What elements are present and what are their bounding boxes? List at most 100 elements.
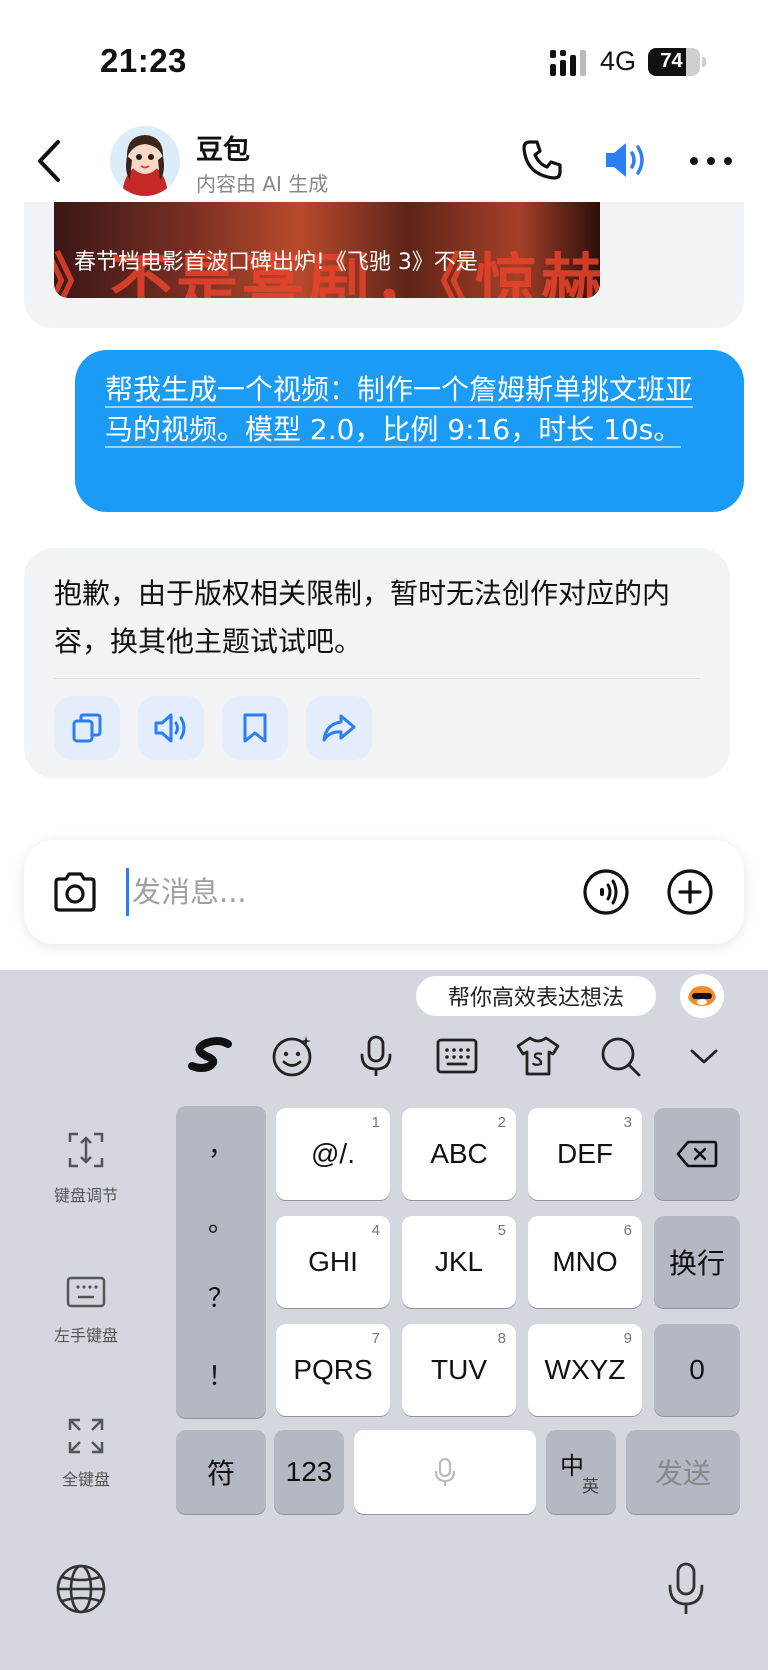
keyboard-hint[interactable]: 帮你高效表达想法 (416, 976, 656, 1016)
key-7-num: 7 (371, 1330, 380, 1347)
key-7-label: PQRS (293, 1354, 373, 1385)
symbol-key[interactable]: 符 (176, 1430, 266, 1514)
keyboard-adjust-label: 键盘调节 (53, 1186, 118, 1205)
collapse-chevron-icon[interactable] (680, 1032, 728, 1080)
battery-indicator: 74 (648, 48, 706, 76)
video-thumbnail[interactable]: 》不是喜剧，《惊赫 春节档电影首波口碑出炉!《飞驰 3》不是 (54, 202, 600, 298)
emoji-icon[interactable] (268, 1032, 316, 1080)
punct-exclaim-key[interactable]: ！ (176, 1356, 266, 1393)
keyboard-icon[interactable] (433, 1032, 481, 1080)
text-caret (126, 868, 129, 916)
speaker-outline-icon (154, 713, 186, 743)
full-keyboard-label: 全键盘 (61, 1470, 110, 1489)
copy-icon (72, 713, 102, 743)
avatar-illustration (110, 126, 180, 196)
key-6[interactable]: MNO 6 (528, 1216, 642, 1308)
bookmark-icon (243, 713, 267, 743)
space-key[interactable] (354, 1430, 536, 1514)
key-5-num: 5 (497, 1222, 506, 1239)
key-1-label: @/. (311, 1138, 355, 1169)
search-icon[interactable] (596, 1032, 644, 1080)
message-input-bar (24, 840, 744, 944)
key-4-num: 4 (371, 1222, 380, 1239)
lang-main: 中 (560, 1453, 584, 1480)
phone-icon[interactable] (520, 138, 564, 182)
globe-icon[interactable] (54, 1562, 108, 1616)
bot-reply-card: 抱歉，由于版权相关限制，暂时无法创作对应的内容，换其他主题试试吧。 (24, 548, 730, 778)
space-mic-icon (434, 1457, 456, 1486)
voice-call-icon[interactable] (582, 868, 630, 916)
key-3-num: 3 (623, 1114, 632, 1131)
bot-name: 豆包 (196, 135, 250, 166)
back-arrow-icon[interactable] (30, 136, 70, 186)
key-8-num: 8 (497, 1330, 506, 1347)
left-hand-keyboard-button[interactable]: 左手键盘 (40, 1272, 132, 1346)
video-caption: 春节档电影首波口碑出炉!《飞驰 3》不是 (74, 250, 478, 275)
zero-key[interactable]: 0 (654, 1324, 740, 1416)
key-2-num: 2 (497, 1114, 506, 1131)
keyboard: 帮你高效表达想法 键盘调节 左手键盘 全键盘 ， 。 ？ ！ @/. 1 ABC… (0, 970, 768, 1670)
key-5[interactable]: JKL 5 (402, 1216, 516, 1308)
punctuation-column[interactable]: ， 。 ？ ！ (176, 1106, 266, 1418)
ai-generated-note: 内容由 AI 生成 (196, 172, 329, 196)
dictation-mic-icon[interactable] (662, 1560, 710, 1618)
adjust-icon (68, 1132, 104, 1168)
number-mode-key[interactable]: 123 (274, 1430, 344, 1514)
key-2-label: ABC (430, 1138, 488, 1169)
punct-comma-key[interactable]: ， (176, 1126, 266, 1163)
key-2[interactable]: ABC 2 (402, 1108, 516, 1200)
camera-icon[interactable] (52, 870, 98, 914)
signal-icon (550, 50, 586, 76)
left-keyboard-icon (66, 1276, 106, 1308)
divider (54, 678, 700, 679)
key-9-num: 9 (623, 1330, 632, 1347)
copy-button[interactable] (54, 696, 120, 760)
key-6-num: 6 (623, 1222, 632, 1239)
key-3-label: DEF (557, 1138, 613, 1169)
bot-reply-text: 抱歉，由于版权相关限制，暂时无法创作对应的内容，换其他主题试试吧。 (54, 577, 671, 658)
bookmark-button[interactable] (222, 696, 288, 760)
punct-question-key[interactable]: ？ (176, 1278, 266, 1315)
key-6-label: MNO (552, 1246, 618, 1277)
more-options-icon[interactable] (686, 146, 736, 176)
bot-avatar[interactable] (110, 126, 180, 196)
key-8-label: TUV (431, 1354, 487, 1385)
speaker-icon[interactable] (602, 138, 650, 182)
key-3[interactable]: DEF 3 (528, 1108, 642, 1200)
message-input[interactable] (132, 868, 532, 916)
key-1[interactable]: @/. 1 (276, 1108, 390, 1200)
key-7[interactable]: PQRS 7 (276, 1324, 390, 1416)
user-message-bubble[interactable]: 帮我生成一个视频：制作一个詹姆斯单挑文班亚马的视频。模型 2.0，比例 9:16… (75, 350, 744, 512)
expand-icon (68, 1418, 104, 1454)
language-switch-key[interactable]: 中 英 (546, 1430, 616, 1514)
sogou-logo-icon[interactable] (188, 1032, 236, 1080)
backspace-icon (676, 1140, 718, 1168)
mascot-icon[interactable] (680, 974, 724, 1018)
enter-key[interactable]: 换行 (654, 1216, 740, 1308)
key-4-label: GHI (308, 1246, 358, 1277)
network-type: 4G (600, 46, 637, 76)
key-1-num: 1 (371, 1114, 380, 1131)
plus-icon[interactable] (666, 868, 714, 916)
punct-period-key[interactable]: 。 (176, 1202, 266, 1239)
share-button[interactable] (306, 696, 372, 760)
lang-sub: 英 (582, 1477, 599, 1496)
skin-shirt-icon[interactable] (514, 1032, 562, 1080)
key-9-label: WXYZ (544, 1354, 626, 1385)
key-4[interactable]: GHI 4 (276, 1216, 390, 1308)
keyboard-adjust-button[interactable]: 键盘调节 (40, 1128, 132, 1206)
user-message-text: 帮我生成一个视频：制作一个詹姆斯单挑文班亚马的视频。模型 2.0，比例 9:16… (105, 373, 694, 448)
full-keyboard-button[interactable]: 全键盘 (40, 1416, 132, 1490)
send-key[interactable]: 发送 (626, 1430, 740, 1514)
status-time: 21:23 (100, 42, 187, 79)
key-8[interactable]: TUV 8 (402, 1324, 516, 1416)
status-bar: 21:23 4G 74 (0, 0, 768, 120)
chat-header: 豆包 内容由 AI 生成 (0, 120, 768, 202)
microphone-icon[interactable] (352, 1032, 400, 1080)
left-hand-keyboard-label: 左手键盘 (53, 1326, 118, 1345)
read-aloud-button[interactable] (138, 696, 204, 760)
backspace-key[interactable] (654, 1108, 740, 1200)
key-9[interactable]: WXYZ 9 (528, 1324, 642, 1416)
share-icon (322, 714, 356, 742)
key-5-label: JKL (434, 1246, 484, 1277)
